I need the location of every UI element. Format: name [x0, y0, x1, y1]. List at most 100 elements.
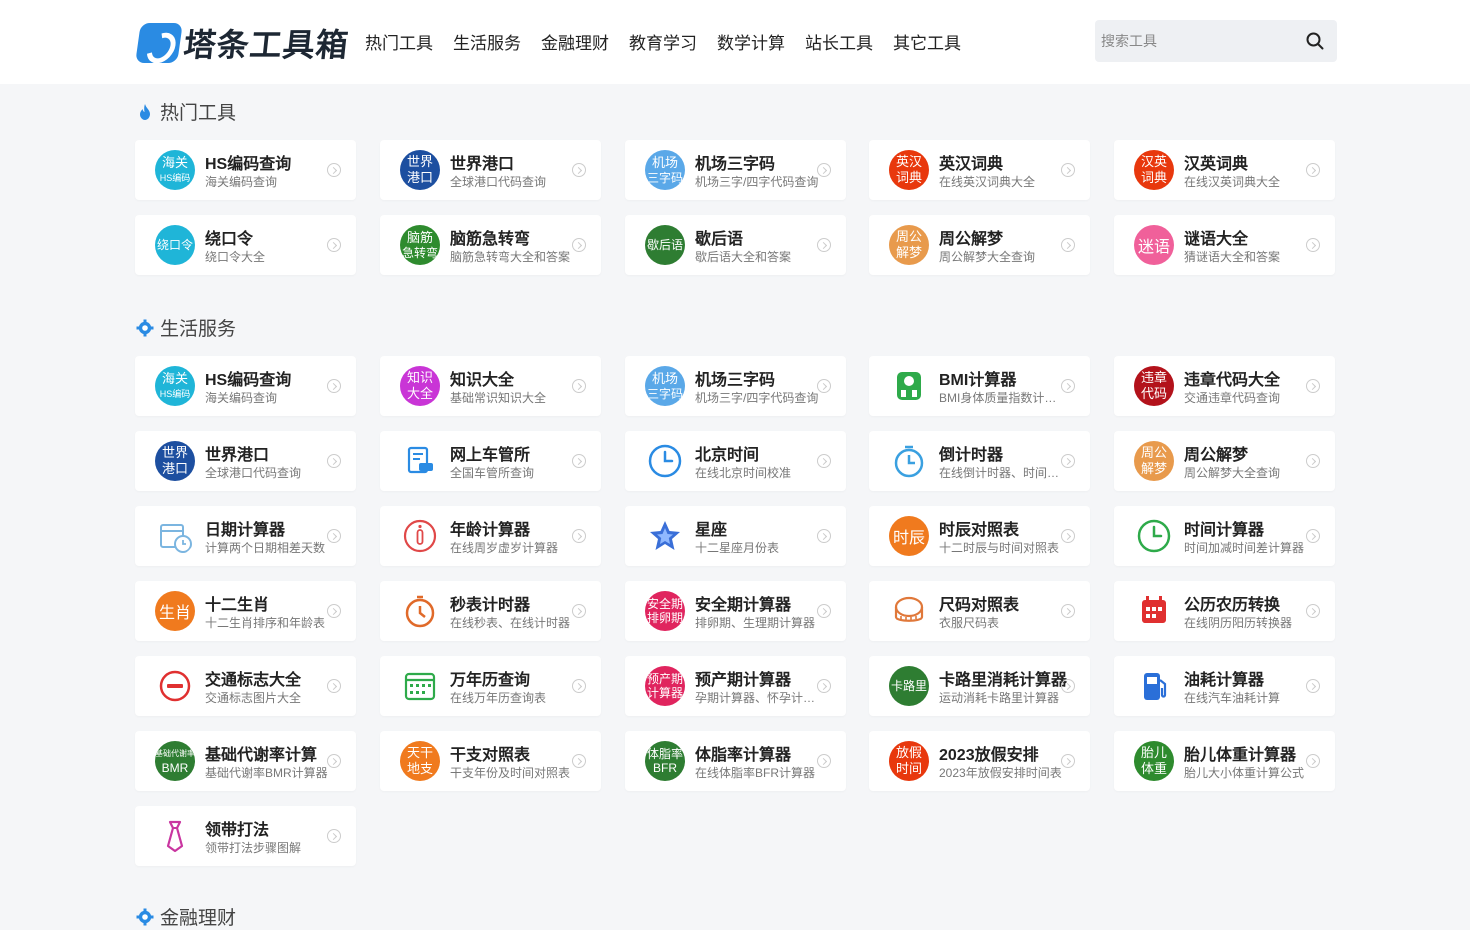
chevron-right-icon[interactable]: [1061, 454, 1075, 468]
tool-card[interactable]: 时间计算器 时间加减时间差计算器: [1114, 506, 1335, 566]
chevron-right-icon[interactable]: [327, 163, 341, 177]
tool-title[interactable]: 绕口令: [205, 225, 253, 249]
tool-card[interactable]: 周公 解梦 周公解梦 周公解梦大全查询: [1114, 431, 1335, 491]
tool-title[interactable]: 时间计算器: [1184, 516, 1264, 540]
nav-item-finance[interactable]: 金融理财: [541, 29, 609, 54]
tool-title[interactable]: 公历农历转换: [1184, 591, 1280, 615]
chevron-right-icon[interactable]: [1306, 238, 1320, 252]
chevron-right-icon[interactable]: [572, 604, 586, 618]
tool-title[interactable]: 交通标志大全: [205, 666, 301, 690]
tool-title[interactable]: 万年历查询: [450, 666, 530, 690]
nav-item-other[interactable]: 其它工具: [893, 29, 961, 54]
tool-card[interactable]: 胎儿 体重 胎儿体重计算器 胎儿大小体重计算公式: [1114, 731, 1335, 791]
tool-title[interactable]: 英汉词典: [939, 150, 1003, 174]
nav-item-hot[interactable]: 热门工具: [365, 29, 433, 54]
chevron-right-icon[interactable]: [327, 829, 341, 843]
tool-card[interactable]: 汉英 词典 汉英词典 在线汉英词典大全: [1114, 140, 1335, 200]
tool-card[interactable]: BMI计算器 BMI身体质量指数计算器: [869, 356, 1090, 416]
tool-card[interactable]: 时辰 时辰对照表 十二时辰与时间对照表: [869, 506, 1090, 566]
tool-title[interactable]: 汉英词典: [1184, 150, 1248, 174]
tool-card[interactable]: 秒表计时器 在线秒表、在线计时器: [380, 581, 601, 641]
chevron-right-icon[interactable]: [817, 163, 831, 177]
chevron-right-icon[interactable]: [1061, 754, 1075, 768]
chevron-right-icon[interactable]: [817, 454, 831, 468]
tool-card[interactable]: 卡路里 卡路里消耗计算器 运动消耗卡路里计算器: [869, 656, 1090, 716]
nav-item-webmaster[interactable]: 站长工具: [805, 29, 873, 54]
tool-card[interactable]: 放假 时间 2023放假安排 2023年放假安排时间表: [869, 731, 1090, 791]
nav-item-life[interactable]: 生活服务: [453, 29, 521, 54]
tool-title[interactable]: 胎儿体重计算器: [1184, 741, 1296, 765]
tool-card[interactable]: 海关 HS编码 HS编码查询 海关编码查询: [135, 356, 356, 416]
tool-title[interactable]: 卡路里消耗计算器: [939, 666, 1067, 690]
tool-card[interactable]: 机场 三字码 机场三字码 机场三字/四字代码查询: [625, 356, 846, 416]
tool-card[interactable]: 领带打法 领带打法步骤图解: [135, 806, 356, 866]
chevron-right-icon[interactable]: [327, 754, 341, 768]
nav-item-education[interactable]: 教育学习: [629, 29, 697, 54]
tool-card[interactable]: 年龄计算器 在线周岁虚岁计算器: [380, 506, 601, 566]
chevron-right-icon[interactable]: [817, 604, 831, 618]
tool-card[interactable]: 世界 港口 世界港口 全球港口代码查询: [380, 140, 601, 200]
tool-title[interactable]: 周公解梦: [1184, 441, 1248, 465]
tool-title[interactable]: 体脂率计算器: [695, 741, 791, 765]
tool-card[interactable]: 海关 HS编码 HS编码查询 海关编码查询: [135, 140, 356, 200]
tool-title[interactable]: 星座: [695, 516, 727, 540]
chevron-right-icon[interactable]: [1306, 529, 1320, 543]
chevron-right-icon[interactable]: [572, 379, 586, 393]
tool-title[interactable]: 日期计算器: [205, 516, 285, 540]
tool-title[interactable]: 知识大全: [450, 366, 514, 390]
chevron-right-icon[interactable]: [1061, 379, 1075, 393]
site-logo[interactable]: 塔条工具箱: [135, 20, 351, 66]
tool-card[interactable]: 基础代谢率 BMR 基础代谢率计算 基础代谢率BMR计算器: [135, 731, 356, 791]
chevron-right-icon[interactable]: [1061, 238, 1075, 252]
tool-card[interactable]: 知识 大全 知识大全 基础常识知识大全: [380, 356, 601, 416]
tool-card[interactable]: 机场 三字码 机场三字码 机场三字/四字代码查询: [625, 140, 846, 200]
tool-title[interactable]: 倒计时器: [939, 441, 1003, 465]
tool-title[interactable]: 网上车管所: [450, 441, 530, 465]
chevron-right-icon[interactable]: [817, 529, 831, 543]
tool-card[interactable]: 星座 十二星座月份表: [625, 506, 846, 566]
chevron-right-icon[interactable]: [817, 679, 831, 693]
tool-title[interactable]: 时辰对照表: [939, 516, 1019, 540]
tool-card[interactable]: 迷语 谜语大全 猜谜语大全和答案: [1114, 215, 1335, 275]
tool-title[interactable]: 十二生肖: [205, 591, 269, 615]
chevron-right-icon[interactable]: [1061, 163, 1075, 177]
tool-card[interactable]: 网上车管所 全国车管所查询: [380, 431, 601, 491]
nav-item-math[interactable]: 数学计算: [717, 29, 785, 54]
tool-card[interactable]: 天干 地支 干支对照表 干支年份及时间对照表: [380, 731, 601, 791]
chevron-right-icon[interactable]: [1061, 604, 1075, 618]
tool-title[interactable]: BMI计算器: [939, 366, 1016, 390]
tool-title[interactable]: 机场三字码: [695, 366, 775, 390]
tool-title[interactable]: 谜语大全: [1184, 225, 1248, 249]
chevron-right-icon[interactable]: [1306, 454, 1320, 468]
search-button[interactable]: [1305, 31, 1325, 51]
tool-title[interactable]: 预产期计算器: [695, 666, 791, 690]
tool-title[interactable]: HS编码查询: [205, 150, 291, 174]
chevron-right-icon[interactable]: [1061, 529, 1075, 543]
chevron-right-icon[interactable]: [327, 238, 341, 252]
chevron-right-icon[interactable]: [572, 529, 586, 543]
tool-card[interactable]: 世界 港口 世界港口 全球港口代码查询: [135, 431, 356, 491]
chevron-right-icon[interactable]: [572, 163, 586, 177]
chevron-right-icon[interactable]: [572, 679, 586, 693]
tool-title[interactable]: 违章代码大全: [1184, 366, 1280, 390]
tool-card[interactable]: 交通标志大全 交通标志图片大全: [135, 656, 356, 716]
chevron-right-icon[interactable]: [572, 238, 586, 252]
tool-title[interactable]: 脑筋急转弯: [450, 225, 530, 249]
tool-title[interactable]: 基础代谢率计算: [205, 741, 317, 765]
tool-card[interactable]: 生肖 十二生肖 十二生肖排序和年龄表: [135, 581, 356, 641]
tool-title[interactable]: 北京时间: [695, 441, 759, 465]
tool-title[interactable]: 油耗计算器: [1184, 666, 1264, 690]
tool-title[interactable]: 世界港口: [450, 150, 514, 174]
tool-title[interactable]: 歇后语: [695, 225, 743, 249]
chevron-right-icon[interactable]: [1306, 754, 1320, 768]
tool-card[interactable]: 安全期 排卵期 安全期计算器 排卵期、生理期计算器: [625, 581, 846, 641]
chevron-right-icon[interactable]: [327, 454, 341, 468]
tool-title[interactable]: 2023放假安排: [939, 741, 1039, 765]
chevron-right-icon[interactable]: [327, 379, 341, 393]
chevron-right-icon[interactable]: [1306, 604, 1320, 618]
tool-title[interactable]: 尺码对照表: [939, 591, 1019, 615]
tool-title[interactable]: 秒表计时器: [450, 591, 530, 615]
tool-title[interactable]: 干支对照表: [450, 741, 530, 765]
tool-card[interactable]: 周公 解梦 周公解梦 周公解梦大全查询: [869, 215, 1090, 275]
tool-card[interactable]: 体脂率 BFR 体脂率计算器 在线体脂率BFR计算器: [625, 731, 846, 791]
